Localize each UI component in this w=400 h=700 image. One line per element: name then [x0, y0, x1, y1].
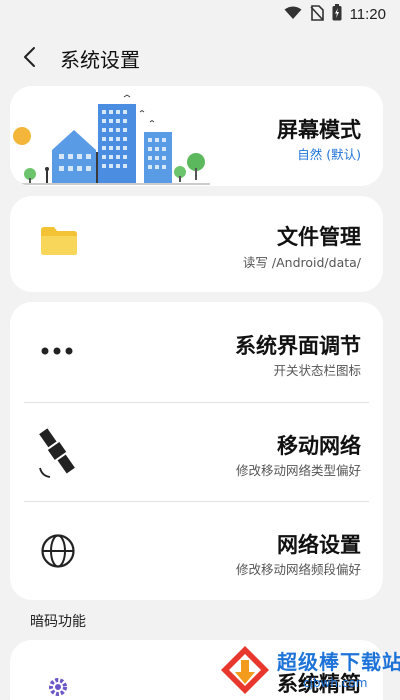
- watermark-logo-icon: [221, 646, 269, 694]
- status-bar: 11:20: [0, 0, 400, 28]
- section-label-secret-codes: 暗码功能: [30, 614, 86, 630]
- mobile-network-row[interactable]: 移动网络 修改移动网络类型偏好: [10, 402, 383, 501]
- network-settings-title: 网络设置: [277, 533, 361, 557]
- back-button[interactable]: [14, 42, 44, 72]
- system-options-card: 系统界面调节 开关状态栏图标 移动网络 修改移动网络类型偏好 网络设置 修改移动…: [10, 302, 383, 600]
- no-sim-icon: [309, 4, 324, 25]
- city-buildings-illustration: [10, 94, 210, 185]
- system-ui-tuner-subtitle: 开关状态栏图标: [273, 363, 361, 378]
- screen-mode-row[interactable]: 屏幕模式 自然 (默认): [10, 86, 383, 186]
- site-watermark: 超级棒下载站 cjbwh.com: [215, 640, 400, 700]
- app-bar: 系统设置: [0, 36, 400, 76]
- screen-mode-subtitle: 自然 (默认): [297, 147, 361, 162]
- battery-icon: [332, 4, 342, 25]
- gear-icon: [49, 678, 67, 696]
- network-settings-subtitle: 修改移动网络频段偏好: [235, 562, 361, 577]
- file-management-subtitle: 读写 /Android/data/: [242, 255, 361, 270]
- network-settings-row[interactable]: 网络设置 修改移动网络频段偏好: [10, 501, 383, 600]
- back-arrow-icon: [24, 47, 35, 67]
- satellite-icon: [39, 428, 75, 478]
- mobile-network-title: 移动网络: [277, 434, 361, 458]
- watermark-url: cjbwh.com: [303, 676, 368, 690]
- more-dots-icon: [41, 347, 73, 355]
- file-management-title: 文件管理: [277, 225, 361, 249]
- watermark-text: 超级棒下载站: [277, 650, 400, 674]
- screen-mode-title: 屏幕模式: [277, 118, 361, 142]
- system-ui-tuner-title: 系统界面调节: [235, 334, 361, 358]
- folder-icon: [41, 227, 77, 255]
- status-time: 11:20: [349, 6, 386, 23]
- mobile-network-subtitle: 修改移动网络类型偏好: [235, 463, 361, 478]
- file-management-row[interactable]: 文件管理 读写 /Android/data/: [10, 196, 383, 292]
- file-management-card[interactable]: 文件管理 读写 /Android/data/: [10, 196, 383, 292]
- page-title: 系统设置: [60, 48, 140, 72]
- wifi-icon: [284, 5, 302, 24]
- system-ui-tuner-row[interactable]: 系统界面调节 开关状态栏图标: [10, 302, 383, 402]
- screen-mode-card[interactable]: 屏幕模式 自然 (默认): [10, 86, 383, 186]
- globe-icon: [41, 534, 75, 568]
